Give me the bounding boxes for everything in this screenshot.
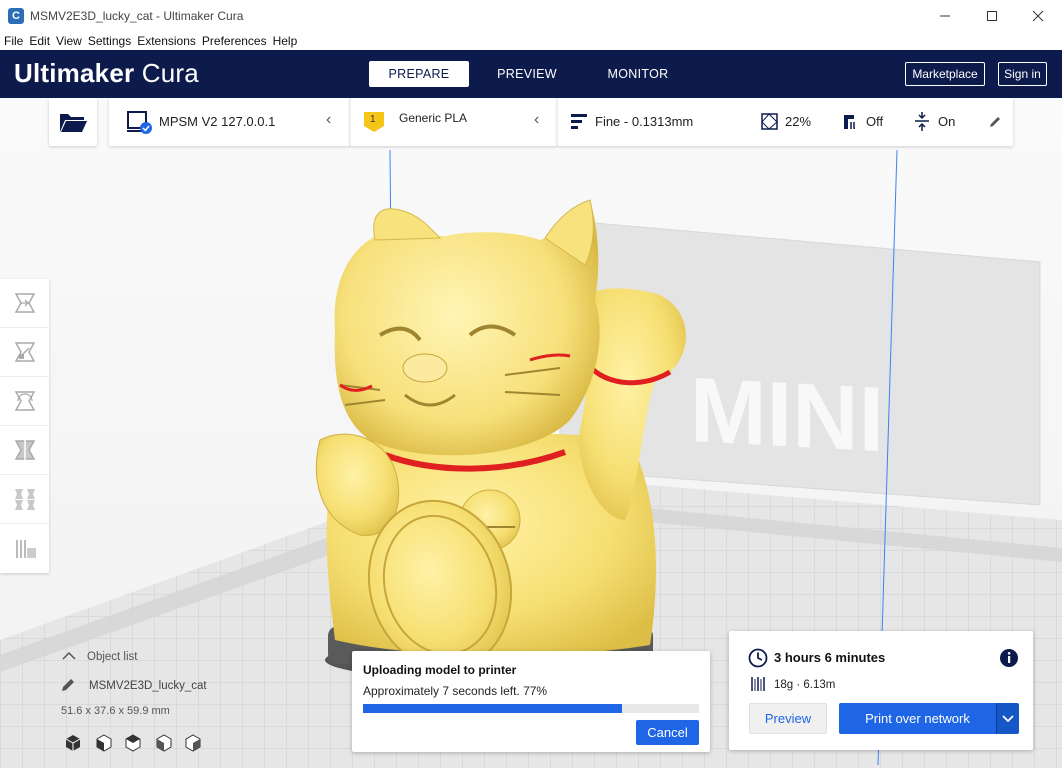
support-value: Off	[866, 114, 884, 129]
camera-view-controls	[64, 734, 204, 752]
print-options-dropdown[interactable]	[996, 703, 1019, 734]
rotate-icon	[14, 391, 35, 411]
profile-label: Fine - 0.1313mm	[595, 114, 694, 129]
per-model-settings-icon	[14, 489, 35, 510]
app-header: Ultimaker Cura PREPARE PREVIEW MONITOR M…	[0, 50, 1062, 98]
clock-icon	[748, 648, 768, 668]
object-name[interactable]: MSMV2E3D_lucky_cat	[89, 680, 207, 692]
marketplace-button[interactable]: Marketplace	[905, 62, 985, 86]
chevron-left-icon: ‹	[534, 111, 540, 128]
tab-monitor[interactable]: MONITOR	[588, 61, 688, 87]
menu-file[interactable]: File	[4, 34, 23, 48]
tab-prepare[interactable]: PREPARE	[369, 61, 469, 87]
window-titlebar: C MSMV2E3D_lucky_cat - Ultimaker Cura	[0, 0, 1062, 31]
close-window-button[interactable]	[1015, 0, 1061, 31]
menu-settings[interactable]: Settings	[88, 34, 131, 48]
minimize-icon	[940, 15, 950, 16]
infill-value: 22%	[785, 114, 812, 129]
infill-icon	[761, 113, 778, 130]
menu-edit[interactable]: Edit	[29, 34, 50, 48]
cura-app-icon: C	[8, 7, 24, 24]
print-settings-panel[interactable]: Fine - 0.1313mm 22% Off On	[557, 98, 1013, 146]
support-blocker-icon	[15, 539, 36, 558]
brand-name: Ultimaker	[14, 58, 135, 88]
move-tool-button[interactable]	[0, 279, 49, 328]
mirror-icon	[14, 439, 35, 461]
backplate-label: MINI	[690, 358, 884, 471]
move-icon	[14, 293, 35, 313]
edit-pencil-icon	[62, 679, 74, 691]
print-action-panel: 3 hours 6 minutes 18g · 6.13m Preview Pr…	[729, 631, 1033, 750]
brand-product: Cura	[141, 58, 199, 88]
upload-progress-fill	[363, 704, 622, 713]
adhesion-value: On	[938, 114, 956, 129]
support-blocker-button[interactable]	[0, 524, 49, 573]
printer-selector[interactable]: MPSM V2 127.0.0.1 ‹	[109, 98, 350, 146]
cancel-upload-button[interactable]: Cancel	[636, 720, 699, 745]
maximize-icon	[987, 10, 997, 21]
menu-help[interactable]: Help	[273, 34, 298, 48]
upload-status: Approximately 7 seconds left. 77%	[363, 684, 548, 698]
profile-layers-icon	[571, 114, 587, 129]
material-name: Generic PLA	[399, 111, 468, 125]
window-title: MSMV2E3D_lucky_cat - Ultimaker Cura	[30, 8, 244, 23]
view-front-icon[interactable]	[95, 734, 113, 752]
scale-tool-button[interactable]	[0, 328, 49, 377]
menu-preferences[interactable]: Preferences	[202, 34, 267, 48]
tool-sidebar	[0, 279, 49, 573]
adhesion-icon	[915, 112, 929, 131]
upload-title: Uploading model to printer	[363, 663, 517, 677]
menu-bar: File Edit View Settings Extensions Prefe…	[0, 31, 1062, 50]
folder-icon	[60, 114, 87, 132]
object-list-toggle[interactable]: Object list	[87, 651, 138, 663]
view-left-icon[interactable]	[155, 734, 173, 752]
close-icon	[1032, 10, 1044, 21]
chevron-left-icon: ‹	[326, 111, 332, 128]
print-over-network-button[interactable]: Print over network	[839, 703, 996, 734]
view-top-icon[interactable]	[124, 734, 142, 752]
upload-progress-panel: Uploading model to printer Approximately…	[352, 651, 710, 752]
sign-in-button[interactable]: Sign in	[998, 62, 1047, 86]
menu-view[interactable]: View	[56, 34, 82, 48]
rotate-tool-button[interactable]	[0, 377, 49, 426]
info-icon[interactable]	[999, 648, 1019, 668]
printer-network-icon	[127, 111, 152, 134]
material-selector[interactable]: 1 Generic PLA ‹	[350, 98, 557, 146]
material-estimate: 18g · 6.13m	[774, 679, 836, 691]
view-right-icon[interactable]	[184, 734, 202, 752]
extruder-number: 1	[370, 114, 376, 125]
chevron-down-icon	[1002, 714, 1014, 722]
view-3d-icon[interactable]	[64, 734, 82, 752]
minimize-button[interactable]	[922, 0, 968, 31]
filament-spool-icon	[751, 677, 765, 691]
tab-preview[interactable]: PREVIEW	[477, 61, 577, 87]
print-time-estimate: 3 hours 6 minutes	[774, 650, 886, 665]
chevron-up-icon[interactable]	[62, 651, 76, 661]
object-dimensions: 51.6 x 37.6 x 59.9 mm	[61, 705, 170, 717]
per-model-settings-button[interactable]	[0, 475, 49, 524]
upload-progress-bar	[363, 704, 699, 713]
printer-name: MPSM V2 127.0.0.1	[159, 114, 276, 129]
open-file-button[interactable]	[49, 98, 97, 146]
scale-icon	[14, 342, 35, 362]
support-icon	[844, 115, 855, 129]
pencil-icon	[990, 117, 1000, 127]
preview-button[interactable]: Preview	[749, 703, 827, 734]
mirror-tool-button[interactable]	[0, 426, 49, 475]
brand-logo: Ultimaker Cura	[14, 58, 199, 89]
menu-extensions[interactable]: Extensions	[137, 34, 196, 48]
maximize-button[interactable]	[969, 0, 1015, 31]
